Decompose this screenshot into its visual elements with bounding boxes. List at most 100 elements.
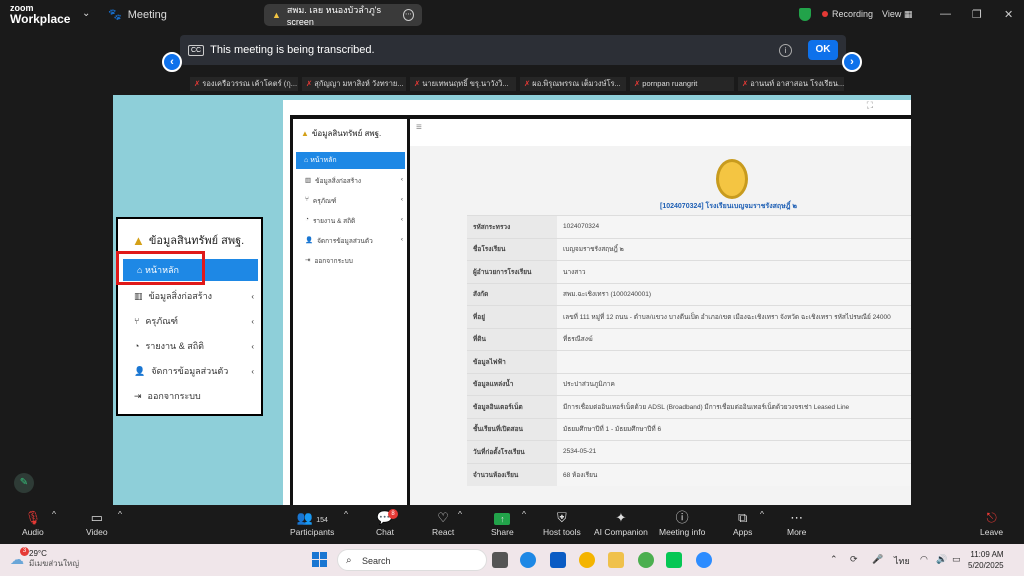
volume-icon[interactable]: 🔊 (936, 554, 947, 565)
audio-options-chevron-icon[interactable]: ^ (52, 509, 56, 519)
meeting-menu[interactable]: 🐾 Meeting (108, 8, 167, 22)
language-indicator[interactable]: ไทย (894, 554, 910, 568)
participants-options-chevron-icon[interactable]: ^ (344, 509, 348, 519)
participant-name: รองเครือวรรณ เค้าโคตร์ (กุ... (202, 79, 298, 88)
chevron-left-icon: ‹ (400, 216, 403, 223)
clock[interactable]: 11:09 AM 5/20/2025 (968, 549, 1004, 571)
record-dot-icon (822, 11, 828, 17)
view-button[interactable]: View ▦ (882, 9, 912, 20)
participant-tile[interactable]: ✗ ผอ.พิรุณพรรณ เต็มวงษ์โร... (520, 77, 626, 91)
row-value: ที่ธรณีสงฆ์ (557, 327, 911, 351)
participant-tile[interactable]: ✗ นายเทพนฤทธิ์ ขรุ.นาวังวิ... (410, 77, 516, 91)
zoomed-item-reports[interactable]: ◔ รายงาน & สถิติ ‹ (134, 339, 254, 353)
sidebar-item-buildings[interactable]: ▥ ข้อมูลสิ่งก่อสร้าง ‹ (305, 176, 403, 186)
chat-badge: 8 (388, 509, 398, 519)
participant-tile[interactable]: ✗ pornpan ruangrit (630, 77, 734, 91)
grid-icon: ▦ (903, 9, 913, 19)
host-tools-button[interactable]: ⛨ Host tools (543, 509, 581, 537)
participant-tile[interactable]: ✗ อานนท์ อาสาสอน โรงเรียน... (738, 77, 844, 91)
video-camera-icon: ▭ (90, 510, 103, 525)
apps-button[interactable]: ⧉ Apps (733, 509, 752, 537)
battery-icon[interactable]: ▭ (952, 554, 961, 565)
meeting-info-button[interactable]: ⓘ Meeting info (659, 509, 705, 537)
video-options-chevron-icon[interactable]: ^ (118, 509, 122, 519)
share-options-chevron-icon[interactable]: ^ (522, 509, 526, 519)
weather-badge: 3 (20, 547, 29, 556)
annotate-pencil-icon[interactable]: ✎ (14, 473, 34, 493)
react-options-chevron-icon[interactable]: ^ (458, 509, 462, 519)
share-button[interactable]: ↑ Share (491, 509, 514, 537)
mic-muted-icon: ✗ (634, 79, 641, 88)
row-value: มัธยมศึกษาปีที่ 1 - มัธยมศึกษาปีที่ 6 (557, 417, 911, 441)
sidebar-item-reports[interactable]: ◔ รายงาน & สถิติ ‹ (305, 216, 403, 226)
more-icon[interactable]: ⋯ (403, 9, 414, 21)
info-icon[interactable]: i (779, 43, 792, 57)
participants-button[interactable]: 👥 154 Participants (290, 509, 334, 537)
apps-options-chevron-icon[interactable]: ^ (760, 509, 764, 519)
tray-chevron-icon[interactable]: ⌃ (830, 554, 838, 565)
sidebar-home-label: หน้าหลัก (310, 157, 337, 164)
chrome-profile-icon[interactable] (638, 552, 654, 568)
participant-tile[interactable]: ✗ สุกัญญา มหาสิงห์ วังทราย... (302, 77, 406, 91)
transcription-banner: CC This meeting is being transcribed. i … (180, 35, 846, 65)
taskbar-search[interactable]: ⌕ Search (337, 549, 487, 571)
meeting-info-label: Meeting info (659, 527, 706, 537)
minimize-icon[interactable]: — (940, 8, 951, 20)
line-icon[interactable] (666, 552, 682, 568)
screen-share-pill[interactable]: ▲ สพม. เลย หนองบัวลำภู's screen ⋯ (264, 4, 422, 27)
next-page-icon[interactable]: › (842, 52, 862, 72)
file-explorer-icon[interactable] (608, 552, 624, 568)
windows-start-icon[interactable] (312, 552, 327, 567)
zoom-logo: zoom Workplace (10, 3, 70, 25)
recording-indicator[interactable]: Recording (822, 9, 873, 19)
row-key: ชั้นเรียนที่เปิดสอน (467, 417, 557, 441)
zoomed-item-logout[interactable]: ⇥ ออกจากระบบ (134, 389, 254, 403)
edge-icon[interactable] (520, 552, 536, 568)
sidebar-item-home[interactable]: ⌂ หน้าหลัก (296, 152, 405, 169)
chat-button[interactable]: 💬 Chat 8 (376, 509, 398, 537)
school-heading[interactable]: [1024070324] โรงเรียนเบญจมราชรังสฤษฎิ์ ๒ (660, 201, 797, 212)
ok-button[interactable]: OK (808, 40, 838, 60)
participant-tile[interactable]: ✗ รองเครือวรรณ เค้าโคตร์ (กุ... (190, 77, 298, 91)
participant-name: ผอ.พิรุณพรรณ เต็มวงษ์โร... (532, 79, 621, 88)
shield-icon[interactable] (799, 8, 811, 21)
react-button[interactable]: ♡ React (432, 509, 454, 537)
restore-icon[interactable]: ❐ (972, 8, 982, 21)
table-row: ชื่อโรงเรียน เบญจมราชรังสฤษฎิ์ ๒ (467, 237, 911, 261)
meeting-label: Meeting (127, 8, 167, 21)
refresh-icon[interactable]: ⟳ (850, 554, 858, 565)
store-icon[interactable] (550, 552, 566, 568)
sidebar-item-label: ออกจากระบบ (314, 258, 353, 265)
task-view-icon[interactable] (492, 552, 508, 568)
video-button[interactable]: ▭ Video (86, 509, 108, 537)
zoomed-item-equipment[interactable]: ⑂ ครุภัณฑ์ ‹ (134, 314, 254, 328)
close-icon[interactable]: ✕ (1004, 8, 1013, 21)
microphone-icon[interactable]: 🎤 (872, 554, 883, 565)
school-crest-icon (716, 159, 748, 199)
sidebar-title: ▲ ข้อมูลสินทรัพย์ สพฐ. (301, 127, 381, 140)
hamburger-icon[interactable]: ≡ (416, 122, 422, 133)
zoomed-item-buildings[interactable]: ▥ ข้อมูลสิ่งก่อสร้าง ‹ (134, 289, 254, 303)
expand-icon[interactable]: ⛶ (867, 100, 873, 111)
sidebar-item-profile[interactable]: 👤 จัดการข้อมูลส่วนตัว ‹ (305, 236, 403, 246)
prev-page-icon[interactable]: ‹ (162, 52, 182, 72)
sidebar-item-equipment[interactable]: ⑂ ครุภัณฑ์ ‹ (305, 196, 403, 206)
leave-button[interactable]: ⎋ Leave (980, 509, 1003, 537)
ai-companion-button[interactable]: ✦ AI Companion (594, 509, 648, 537)
sidebar-item-logout[interactable]: ⇥ ออกจากระบบ (305, 256, 403, 266)
wifi-icon[interactable]: ◠ (920, 554, 928, 565)
audio-button[interactable]: 🎙 Audio (22, 509, 44, 537)
row-key: ข้อมูลแหล่งน้ำ (467, 372, 557, 396)
chevron-down-icon[interactable]: ⌄ (82, 8, 90, 19)
mic-muted-icon: ✗ (742, 79, 749, 88)
more-button[interactable]: ⋯ More (787, 509, 806, 537)
chrome-icon[interactable] (579, 552, 595, 568)
mic-muted-icon: ✗ (306, 79, 313, 88)
zoom-app-icon[interactable] (696, 552, 712, 568)
mic-muted-icon: 🎙 (24, 510, 42, 525)
info-icon: ⓘ (675, 510, 689, 525)
zoomed-item-profile[interactable]: 👤 จัดการข้อมูลส่วนตัว ‹ (134, 364, 254, 378)
heart-icon: ♡ (437, 510, 449, 525)
cc-icon: CC (188, 44, 205, 56)
apps-label: Apps (733, 527, 753, 537)
